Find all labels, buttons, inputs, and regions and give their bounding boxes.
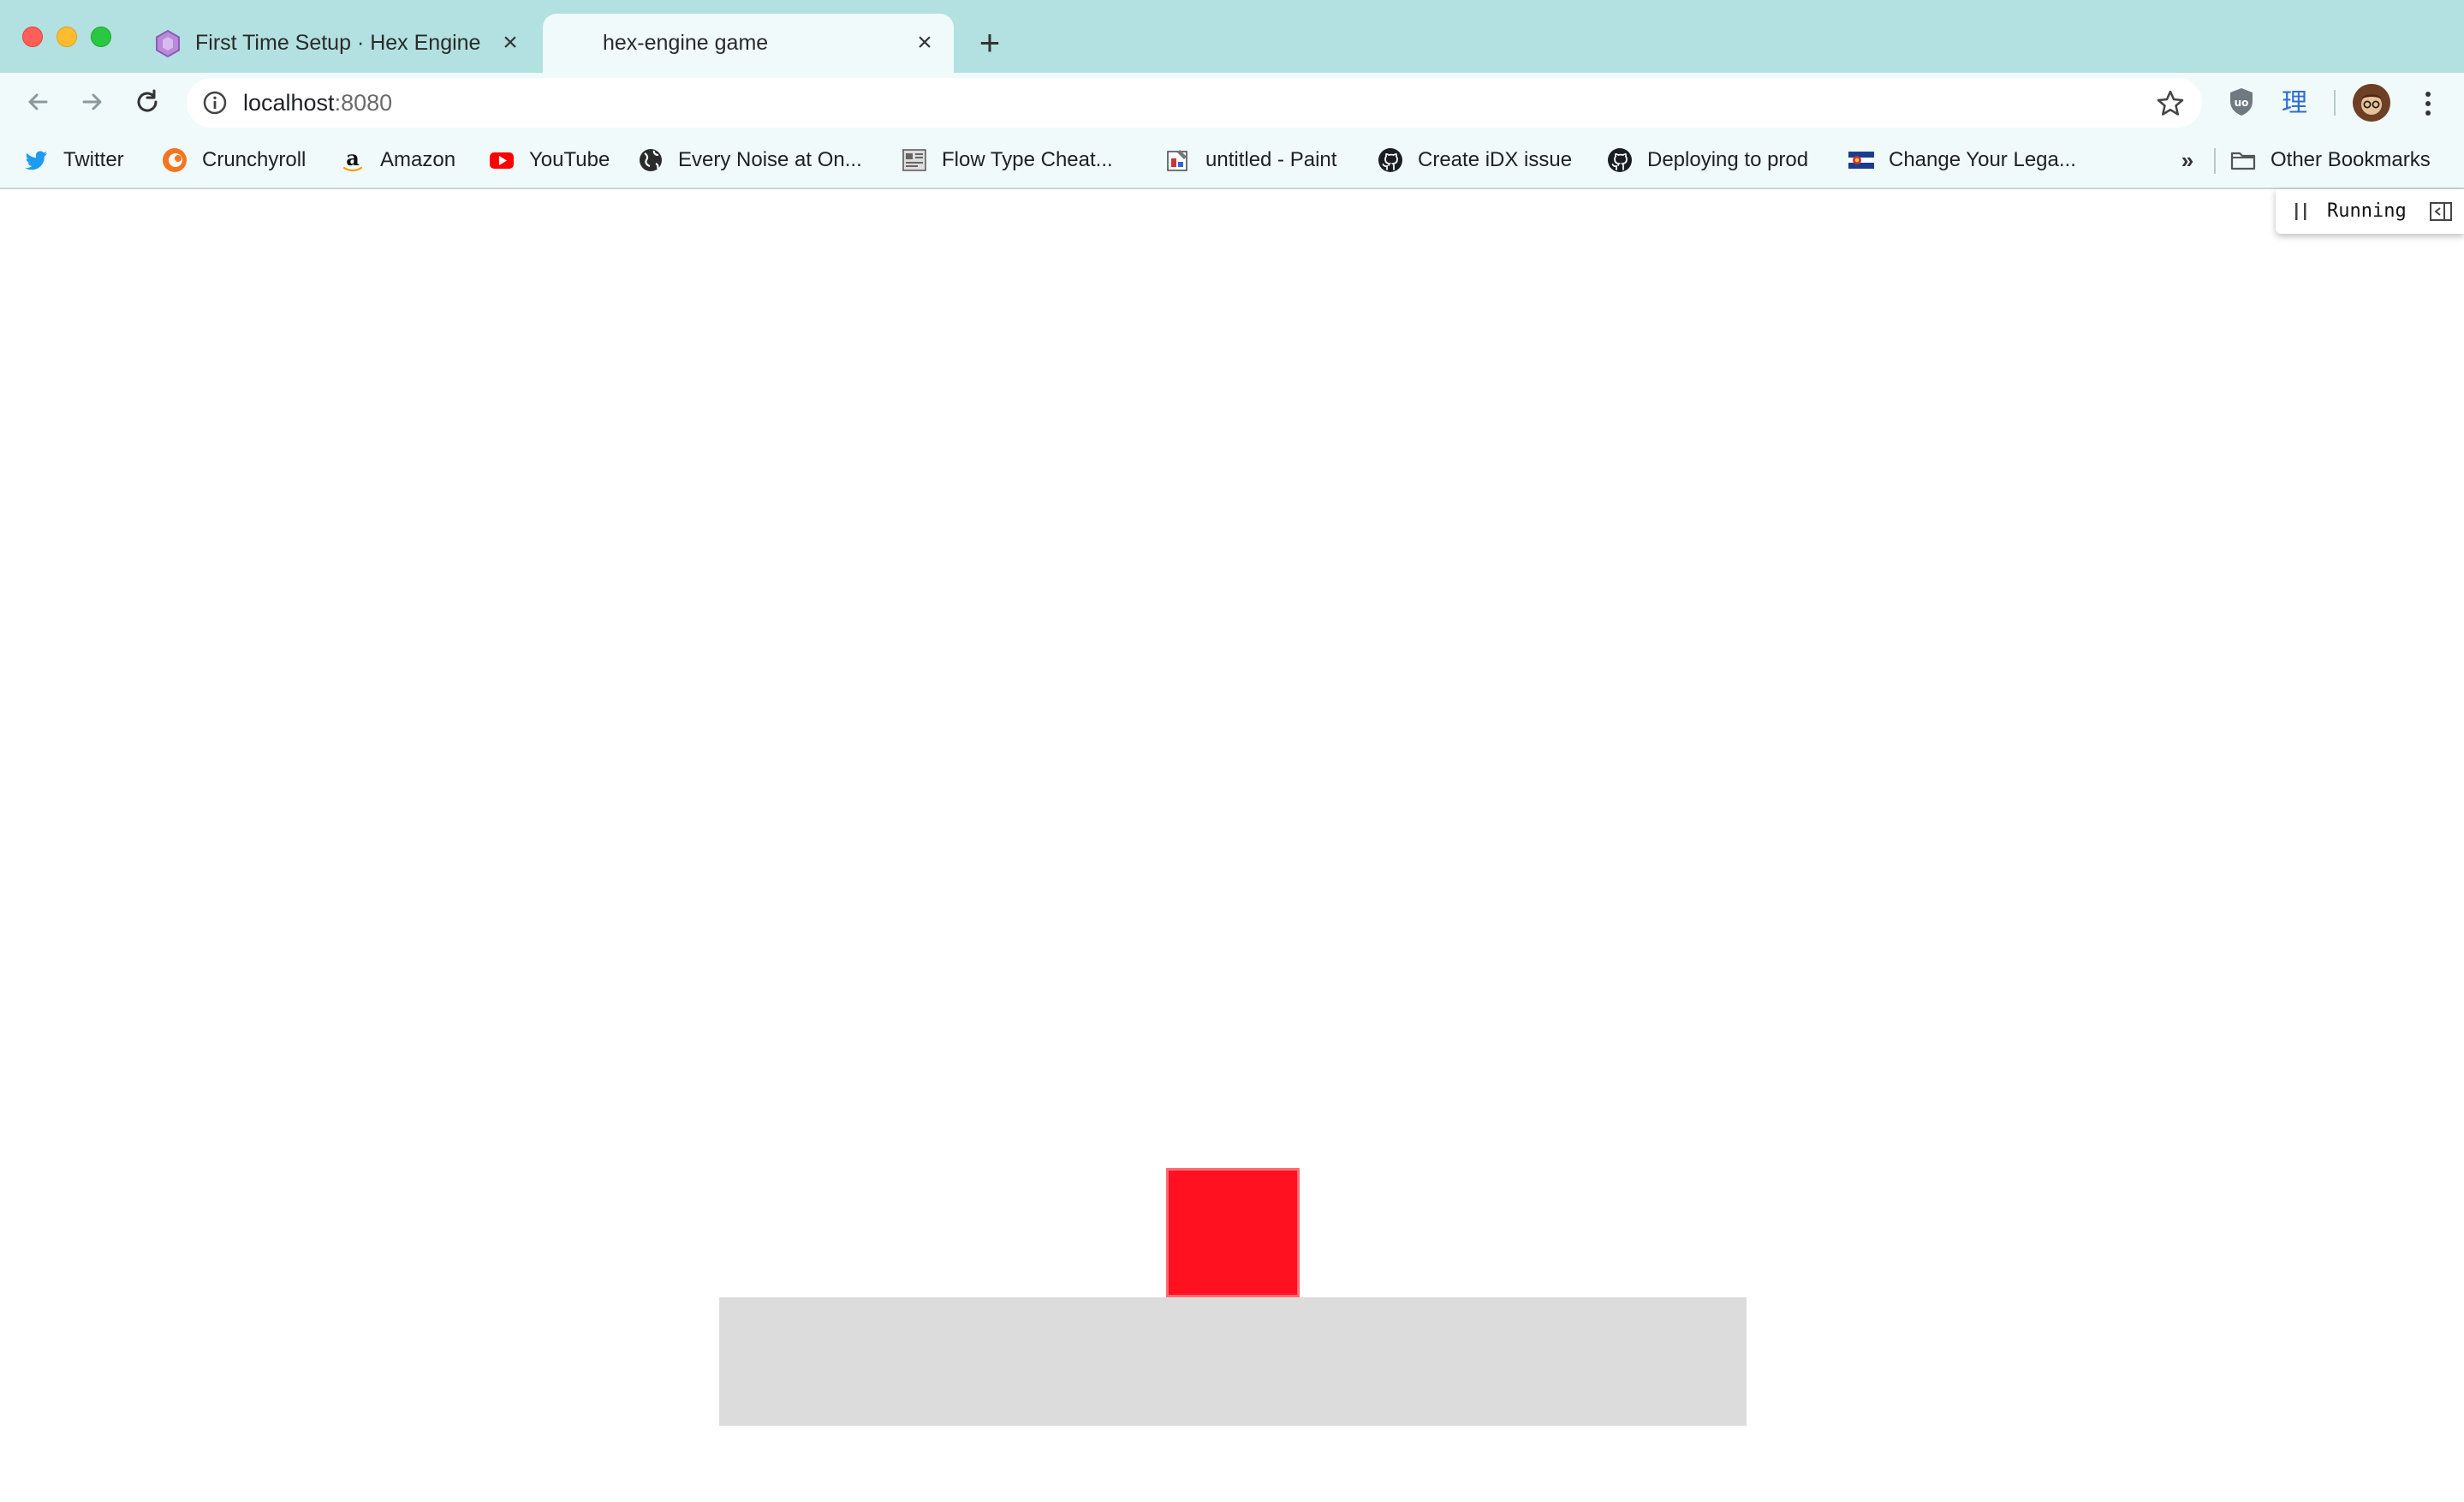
bookmark-crunchyroll[interactable]: Crunchyroll — [161, 143, 306, 177]
address-bar[interactable]: localhost:8080 — [187, 78, 2202, 128]
tab-hex-engine-game[interactable]: hex-engine game × — [543, 14, 954, 73]
close-window-button[interactable] — [22, 27, 43, 47]
pause-icon[interactable] — [2293, 200, 2310, 224]
youtube-icon — [490, 152, 514, 169]
avatar-icon — [2353, 84, 2390, 122]
bookmarks-bar: Twitter Crunchyroll a Amazon YouTube Eve… — [0, 133, 2464, 189]
tab-title: hex-engine game — [603, 31, 769, 55]
bookmark-label: Every Noise at On... — [678, 148, 862, 171]
tab-title: First Time Setup · Hex Engine — [195, 31, 481, 55]
ublock-shield-icon[interactable]: uo — [2224, 85, 2259, 119]
bookmark-every-noise[interactable]: Every Noise at On... — [637, 143, 862, 177]
bookmarks-divider — [2214, 148, 2216, 174]
player-block — [1166, 1168, 1300, 1297]
game-canvas[interactable]: Running — [0, 189, 2464, 1502]
page-thumbnail-icon — [902, 149, 926, 171]
globe-icon — [640, 149, 662, 171]
bookmark-amazon[interactable]: a Amazon — [339, 143, 455, 177]
bookmark-label: untitled - Paint — [1205, 148, 1337, 171]
url-text[interactable]: localhost:8080 — [243, 90, 392, 116]
run-status-label: Running — [2327, 200, 2407, 222]
maximize-window-button[interactable] — [91, 27, 111, 47]
translate-extension-icon[interactable]: 理 — [2277, 85, 2312, 119]
bookmark-label: Flow Type Cheat... — [942, 148, 1113, 171]
arrow-left-icon — [28, 93, 48, 110]
reload-icon — [137, 89, 158, 112]
bookmark-label: Crunchyroll — [202, 148, 307, 171]
bookmark-label: Create iDX issue — [1418, 148, 1573, 171]
twitter-icon — [25, 151, 47, 170]
bookmark-youtube[interactable]: YouTube — [488, 143, 610, 177]
bookmark-label: Amazon — [380, 148, 456, 171]
other-bookmarks-folder[interactable]: Other Bookmarks — [2229, 143, 2431, 177]
new-tab-button[interactable]: + — [973, 25, 1007, 61]
tab-strip: First Time Setup · Hex Engine × hex-engi… — [0, 0, 2464, 73]
more-bookmarks-chevron[interactable]: » — [2175, 143, 2200, 177]
tab-first-time-setup[interactable]: First Time Setup · Hex Engine × — [137, 14, 539, 73]
hex-engine-devtools-panel[interactable]: Running — [2276, 189, 2464, 234]
folder-icon — [2230, 152, 2256, 170]
info-icon[interactable] — [202, 90, 228, 116]
svg-text:理: 理 — [2282, 88, 2307, 118]
bookmark-twitter[interactable]: Twitter — [22, 143, 124, 177]
crunchyroll-icon — [163, 148, 187, 172]
profile-avatar[interactable] — [2353, 84, 2390, 122]
github-icon — [1608, 148, 1632, 172]
close-tab-icon[interactable]: × — [498, 30, 522, 56]
bookmark-change-your-legal[interactable]: Change Your Lega... — [1848, 143, 2076, 177]
hex-engine-logo-icon — [156, 29, 180, 58]
more-menu-icon[interactable] — [2414, 86, 2442, 121]
close-tab-icon[interactable]: × — [913, 30, 937, 56]
arrow-right-icon — [82, 93, 102, 110]
bookmark-create-idx-issue[interactable]: Create iDX issue — [1377, 143, 1572, 177]
bookmark-label: Deploying to prod — [1647, 148, 1809, 171]
svg-text:uo: uo — [2235, 97, 2249, 109]
bookmark-flow-type-cheat[interactable]: Flow Type Cheat... — [901, 143, 1113, 177]
bookmark-star-icon[interactable] — [2156, 88, 2185, 117]
browser-toolbar: localhost:8080 uo 理 — [0, 73, 2464, 133]
ground-platform — [719, 1297, 1747, 1426]
github-icon — [1378, 148, 1402, 172]
minimize-window-button[interactable] — [57, 27, 77, 47]
bookmark-untitled-paint[interactable]: untitled - Paint — [1164, 143, 1336, 177]
amazon-icon: a — [342, 146, 363, 172]
bookmark-label: Change Your Lega... — [1889, 148, 2076, 171]
forward-button[interactable] — [74, 83, 111, 121]
flag-icon — [1848, 152, 1874, 169]
reload-button[interactable] — [128, 83, 166, 121]
bookmark-label: YouTube — [529, 148, 610, 171]
expand-panel-icon[interactable] — [2428, 200, 2454, 224]
other-bookmarks-label: Other Bookmarks — [2271, 148, 2431, 171]
toolbar-divider — [2334, 90, 2336, 116]
bookmark-deploying-to-prod[interactable]: Deploying to prod — [1606, 143, 1808, 177]
bookmark-label: Twitter — [63, 148, 124, 171]
svg-text:a: a — [346, 146, 360, 170]
back-button[interactable] — [19, 83, 57, 121]
paint-icon — [1167, 150, 1187, 171]
